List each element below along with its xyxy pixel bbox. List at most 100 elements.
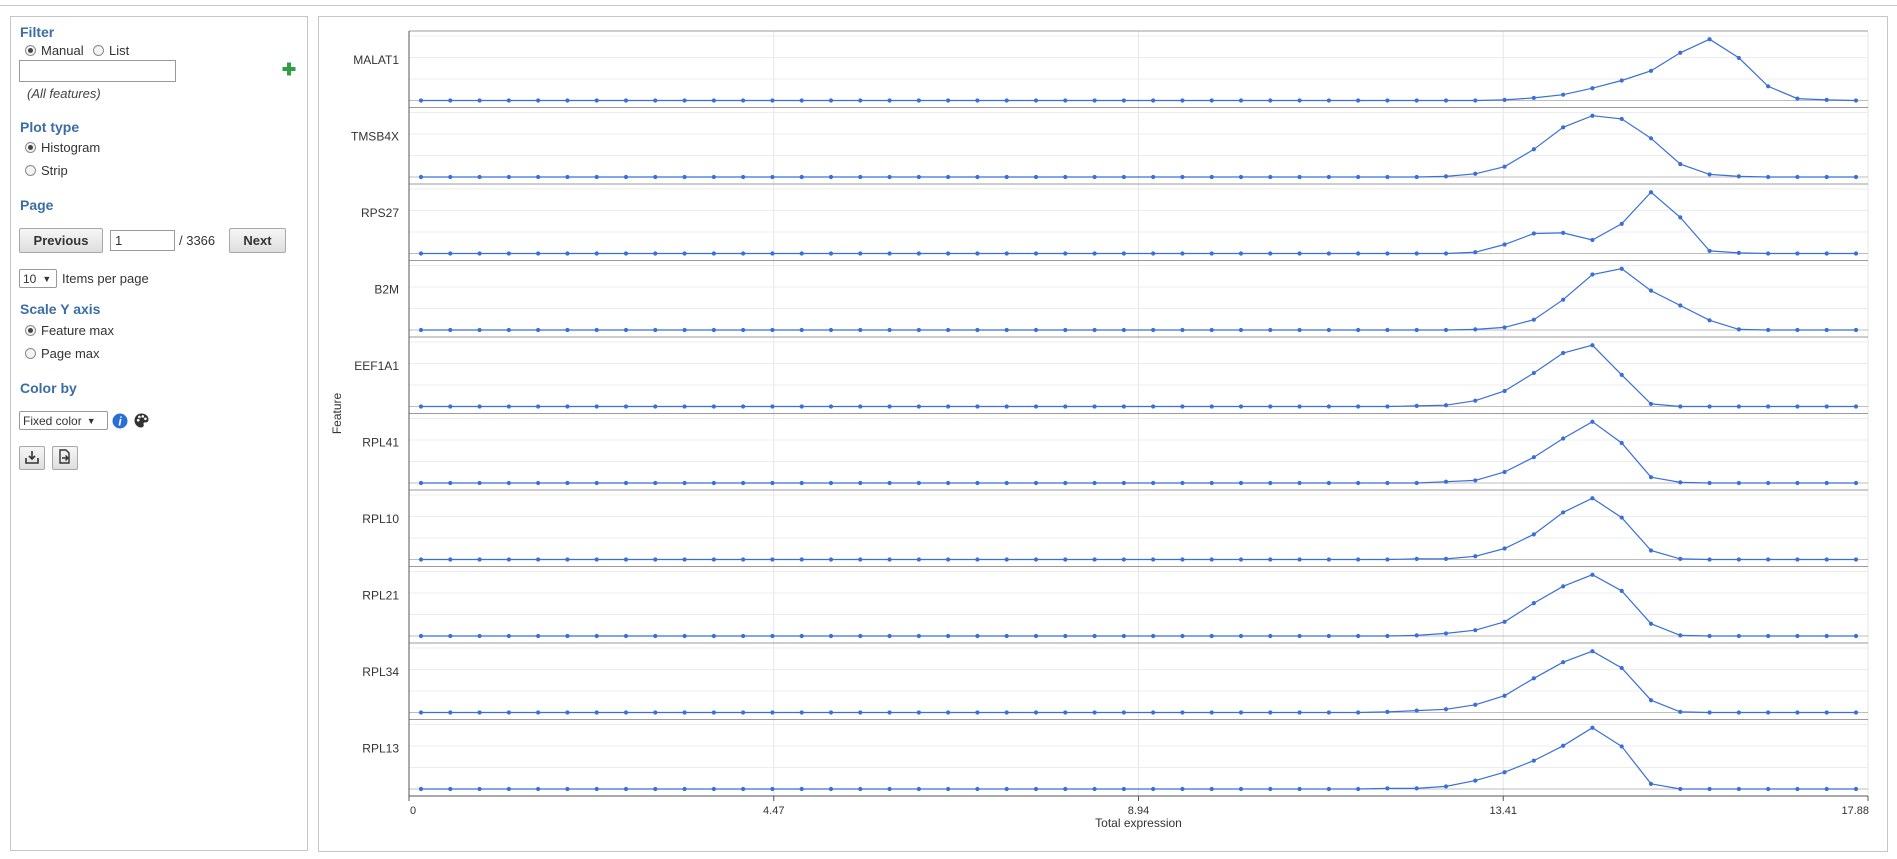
data-point (682, 786, 687, 792)
data-point (946, 404, 951, 409)
data-point (1853, 327, 1859, 333)
strip-label: Strip (41, 163, 68, 178)
data-point (1356, 404, 1361, 409)
data-point (1590, 272, 1595, 277)
next-button[interactable]: Next (229, 228, 286, 253)
page-max-radio[interactable] (25, 348, 36, 359)
data-point (916, 98, 921, 103)
data-point (1648, 621, 1654, 626)
data-point (594, 404, 599, 409)
data-point (1678, 556, 1683, 561)
export-image-button[interactable] (19, 446, 45, 470)
data-point (448, 710, 453, 715)
feature-label: RPL34 (362, 665, 399, 679)
data-point (1766, 786, 1771, 792)
data-point (799, 557, 804, 562)
previous-button[interactable]: Previous (19, 228, 103, 253)
data-point (1356, 174, 1361, 180)
data-point (1561, 436, 1566, 441)
x-tick-label: 4.47 (763, 805, 784, 817)
data-point (565, 480, 570, 486)
data-point (1151, 327, 1156, 333)
plot-type-strip[interactable]: Strip (25, 163, 68, 178)
data-point (1151, 480, 1156, 486)
palette-icon[interactable] (133, 412, 150, 429)
data-point (1004, 786, 1009, 792)
data-point (946, 327, 951, 333)
data-point (1297, 786, 1302, 792)
data-point (623, 251, 629, 256)
filter-hint: (All features) (27, 86, 101, 101)
data-point (1619, 440, 1624, 446)
data-point (536, 251, 541, 256)
color-by-select[interactable]: Fixed color ▼ (19, 411, 108, 430)
data-point (1766, 327, 1771, 333)
data-point (1180, 786, 1185, 792)
chart-container: MALAT1 TMSB4X RPS27 B2M EEF1A1 RPL41 RPL10 RPL2… (318, 16, 1888, 852)
filter-input[interactable] (19, 60, 176, 82)
data-point (1766, 710, 1771, 715)
export-data-button[interactable] (52, 446, 78, 470)
filter-mode-list[interactable]: List (93, 43, 129, 58)
strip-radio[interactable] (25, 165, 36, 176)
add-filter-icon[interactable] (281, 61, 297, 77)
data-point (1678, 215, 1683, 220)
info-icon[interactable]: i (112, 413, 128, 429)
data-point (1766, 557, 1771, 562)
data-point (536, 404, 541, 409)
data-point (1385, 98, 1390, 103)
data-point (1385, 633, 1390, 639)
page-title: Page (20, 197, 54, 213)
data-point (1590, 572, 1595, 577)
data-point (1151, 98, 1156, 103)
feature-max-radio[interactable] (25, 325, 36, 336)
data-point (1004, 633, 1009, 639)
data-point (1414, 480, 1419, 486)
data-point (1268, 98, 1273, 103)
data-point (1473, 628, 1478, 633)
data-point (682, 251, 687, 256)
scale-y-title: Scale Y axis (20, 301, 101, 317)
data-point (1385, 557, 1390, 562)
plot-type-histogram[interactable]: Histogram (25, 140, 100, 155)
data-point (1063, 404, 1068, 409)
data-point (477, 174, 482, 180)
data-point (975, 710, 980, 715)
data-point (1356, 327, 1361, 333)
histogram-radio[interactable] (25, 142, 36, 153)
data-point (1385, 480, 1390, 486)
data-point (799, 480, 804, 486)
data-point (1151, 786, 1156, 792)
data-point (594, 633, 599, 639)
page-number-input[interactable] (110, 230, 175, 251)
list-radio[interactable] (93, 45, 104, 56)
data-point (1385, 251, 1390, 256)
scale-feature-max[interactable]: Feature max (25, 323, 114, 338)
data-point (1707, 172, 1712, 177)
data-point (1092, 557, 1097, 562)
data-point (858, 557, 863, 562)
data-point (828, 404, 834, 409)
data-point (1151, 404, 1156, 409)
data-point (506, 480, 511, 486)
data-point (1209, 786, 1214, 792)
manual-radio[interactable] (25, 45, 36, 56)
data-point (1356, 251, 1361, 256)
data-point (1326, 174, 1331, 180)
chevron-down-icon: ▼ (86, 415, 96, 426)
data-point (1180, 633, 1185, 639)
items-per-page-select[interactable]: 10 ▼ (19, 269, 57, 288)
data-point (741, 710, 746, 715)
data-point (1678, 162, 1683, 167)
data-point (1531, 676, 1536, 681)
data-point (1443, 251, 1449, 256)
data-point (1795, 404, 1800, 409)
data-point (1648, 548, 1654, 553)
data-point (623, 404, 629, 409)
data-point (1736, 55, 1741, 61)
scale-page-max[interactable]: Page max (25, 346, 100, 361)
filter-mode-manual[interactable]: Manual (25, 43, 84, 58)
color-by-title: Color by (20, 380, 77, 396)
data-point (1326, 633, 1331, 639)
data-point (1297, 98, 1302, 103)
